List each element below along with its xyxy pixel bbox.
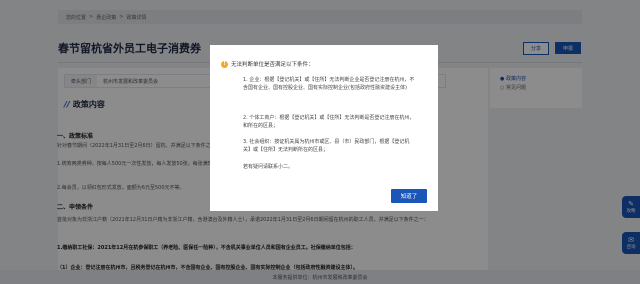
- modal-title-text: 无法判断单位是否满足以下条件：: [231, 62, 314, 68]
- policy-detail-page: 您的位置 > 惠企政策 > 政策详情 春节留杭省外员工电子消费券 分享 申报 牵…: [0, 0, 640, 284]
- modal-paragraph: 2. 个体工商户：根据【登记机关】或【住所】无法判断是否登记注册在杭州，和所在的…: [243, 115, 415, 129]
- modal-paragraph: 1. 企业：根据【登记机关】或【住所】无法判断企业是否登记注册在杭州，不含国有企…: [243, 77, 415, 91]
- acknowledge-button[interactable]: 知道了: [391, 189, 427, 203]
- warning-icon: !: [221, 60, 228, 68]
- modal-title: ! 无法判断单位是否满足以下条件：: [221, 60, 314, 68]
- modal-paragraph: 若有疑问请联系小二。: [243, 164, 294, 170]
- modal-paragraph: 3. 社会组织：按证机关属为杭州市或区、县（市）民政部门，根据【登记机关】或【住…: [243, 139, 410, 153]
- notice-modal: ! 无法判断单位是否满足以下条件： 1. 企业：根据【登记机关】或【住所】无法判…: [210, 45, 438, 211]
